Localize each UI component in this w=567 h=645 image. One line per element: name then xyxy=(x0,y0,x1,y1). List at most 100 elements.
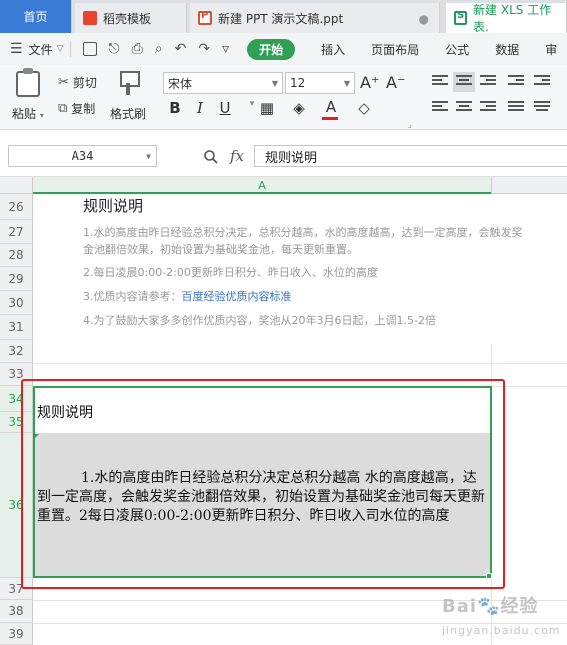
tab-formula[interactable]: 公式 xyxy=(445,41,469,58)
font-size-select[interactable]: 12 ▼ xyxy=(285,72,355,94)
print-preview-icon[interactable]: ⌕ xyxy=(155,41,163,57)
watermark-url: jingyan.baidu.com xyxy=(442,624,561,637)
cut-button[interactable]: ✂ 剪切 xyxy=(58,74,97,91)
row-header-30[interactable]: 30 xyxy=(0,291,33,315)
zoom-search-icon[interactable] xyxy=(203,149,219,165)
distributed-icon[interactable] xyxy=(534,101,550,115)
paste-icon xyxy=(15,68,40,97)
copy-icon: ⧉ xyxy=(58,101,68,116)
clear-format-icon[interactable]: ◇ xyxy=(355,99,373,117)
row-header-28[interactable]: 28 xyxy=(0,244,33,267)
export-pdf-icon[interactable]: ⎋ xyxy=(109,41,120,57)
align-top-icon[interactable] xyxy=(432,75,448,89)
tab-page-layout[interactable]: 页面布局 xyxy=(371,41,419,58)
divider xyxy=(69,41,71,57)
format-painter-button[interactable]: 格式刷 xyxy=(110,71,146,122)
tab-docer-label: 稻壳模板 xyxy=(103,11,152,26)
chevron-down-icon: ▼ xyxy=(271,78,278,88)
shrink-font-button[interactable]: A⁻ xyxy=(386,73,405,92)
align-middle-icon[interactable] xyxy=(453,72,475,92)
tab-bar: 首页 稻壳模板 新建 PPT 演示文稿.ppt ● 新建 XLS 工作表. xyxy=(0,0,567,34)
tab-xls[interactable]: 新建 XLS 工作表. xyxy=(446,3,567,34)
watermark-brand-2: 经验 xyxy=(500,596,539,617)
embedded-rule-4: 4.为了鼓励大家多多创作优质内容，奖池从20年3月6日起，上调1.5-2倍 xyxy=(83,314,436,327)
select-all-corner[interactable] xyxy=(0,177,33,194)
tab-ppt-label: 新建 PPT 演示文稿.ppt xyxy=(218,11,344,26)
watermark-brand: Bai xyxy=(442,596,478,617)
font-size-value: 12 xyxy=(290,76,306,90)
chevron-down-icon: ▼ xyxy=(343,78,350,88)
justify-icon[interactable] xyxy=(508,101,524,115)
grow-font-button[interactable]: A⁺ xyxy=(360,73,379,92)
xls-file-icon xyxy=(454,10,468,25)
tab-data[interactable]: 数据 xyxy=(495,41,519,58)
outdent-icon[interactable] xyxy=(508,75,524,89)
bold-button[interactable]: B xyxy=(166,99,184,117)
row-header-27[interactable]: 27 xyxy=(0,220,33,244)
align-left-icon[interactable] xyxy=(432,101,448,115)
tab-docer[interactable]: 稻壳模板 xyxy=(75,3,187,33)
highlight-frame xyxy=(21,379,505,589)
row-header-31[interactable]: 31 xyxy=(0,315,33,340)
tab-close-dot-icon[interactable]: ● xyxy=(419,12,429,26)
row-header-38[interactable]: 38 xyxy=(0,600,33,623)
embedded-rule-3-link[interactable]: 百度经验优质内容标准 xyxy=(182,290,292,303)
tab-home-label: 首页 xyxy=(23,10,48,24)
font-color-button[interactable]: A xyxy=(322,98,340,116)
cell-reference: A34 xyxy=(71,149,94,163)
indent-icon[interactable] xyxy=(534,75,550,89)
undo-icon[interactable]: ↶ xyxy=(175,41,187,57)
tab-home[interactable]: 首页 xyxy=(0,0,72,33)
row-header-32[interactable]: 32 xyxy=(0,340,33,363)
more-icon[interactable]: ▿ xyxy=(222,41,229,57)
tab-insert[interactable]: 插入 xyxy=(321,41,345,58)
row-divider xyxy=(33,363,567,364)
tab-review[interactable]: 审 xyxy=(545,41,557,58)
redo-icon[interactable]: ↷ xyxy=(198,41,210,57)
menu-bar: ☰ 文件 ▽ ⎋ ⎙ ⌕ ↶ ↷ ▿ 开始 插入 页面布局 公式 数据 审 xyxy=(0,33,567,65)
italic-button[interactable]: I xyxy=(191,99,209,117)
underline-button[interactable]: U xyxy=(216,99,234,117)
ppt-file-icon xyxy=(198,10,212,25)
paste-label: 粘贴 ▾ xyxy=(12,107,44,121)
align-center-icon[interactable] xyxy=(456,101,472,115)
row-header-29[interactable]: 29 xyxy=(0,267,33,291)
copy-button[interactable]: ⧉ 复制 xyxy=(58,100,95,117)
save-icon[interactable] xyxy=(82,42,97,56)
paste-button[interactable]: 粘贴 ▾ xyxy=(12,68,44,122)
fill-color-icon[interactable]: ◈ xyxy=(290,99,308,117)
font-color-letter: A xyxy=(325,98,337,116)
font-dialog-launcher-icon[interactable]: ⌟ xyxy=(408,120,412,129)
name-box[interactable]: A34 ▼ xyxy=(8,145,157,167)
font-color-bar xyxy=(322,117,338,120)
scissors-icon: ✂ xyxy=(58,75,69,90)
column-header-b[interactable] xyxy=(491,177,567,194)
embedded-rule-3-prefix: 3.优质内容请参考： xyxy=(83,290,182,303)
copy-label: 复制 xyxy=(71,102,96,116)
row-header-26[interactable]: 26 xyxy=(0,194,33,220)
tab-ppt[interactable]: 新建 PPT 演示文稿.ppt ● xyxy=(190,3,440,33)
chevron-down-icon: ▽ xyxy=(56,44,64,54)
docer-icon xyxy=(83,11,97,25)
file-menu[interactable]: 文件 ▽ xyxy=(29,41,64,58)
baidu-watermark-logo: Bai🐾经验 jingyan.baidu.com xyxy=(442,592,561,639)
format-painter-label: 格式刷 xyxy=(110,107,147,121)
tab-xls-label: 新建 XLS 工作表. xyxy=(473,3,552,34)
formula-content: 规则说明 xyxy=(265,150,318,166)
insert-function-button[interactable]: fx xyxy=(230,147,244,165)
align-bottom-icon[interactable] xyxy=(480,75,496,89)
embedded-rule-1b: 金池翻倍效果，初始设置为基础奖金池，每天更新重置。 xyxy=(83,243,358,256)
cut-label: 剪切 xyxy=(72,76,97,90)
font-name-select[interactable]: 宋体 ▼ xyxy=(163,72,283,94)
embedded-rule-2: 2.每日凌晨0:00-2:00更新昨日积分、昨日收入、水位的高度 xyxy=(83,266,378,279)
embedded-rule-1a: 1.水的高度由昨日经验总积分决定，总积分越高，水的高度越高，达到一定高度，会触发… xyxy=(83,226,523,239)
hamburger-icon[interactable]: ☰ xyxy=(10,41,23,57)
tab-start[interactable]: 开始 xyxy=(247,38,296,60)
align-right-icon[interactable] xyxy=(480,101,496,115)
formula-input[interactable]: 规则说明 xyxy=(254,145,567,167)
print-icon[interactable]: ⎙ xyxy=(132,41,143,57)
column-header-a[interactable]: A xyxy=(33,177,491,194)
border-icon[interactable]: ▦ xyxy=(258,99,276,117)
row-header-39[interactable]: 39 xyxy=(0,623,33,645)
file-menu-label: 文件 xyxy=(28,42,53,57)
